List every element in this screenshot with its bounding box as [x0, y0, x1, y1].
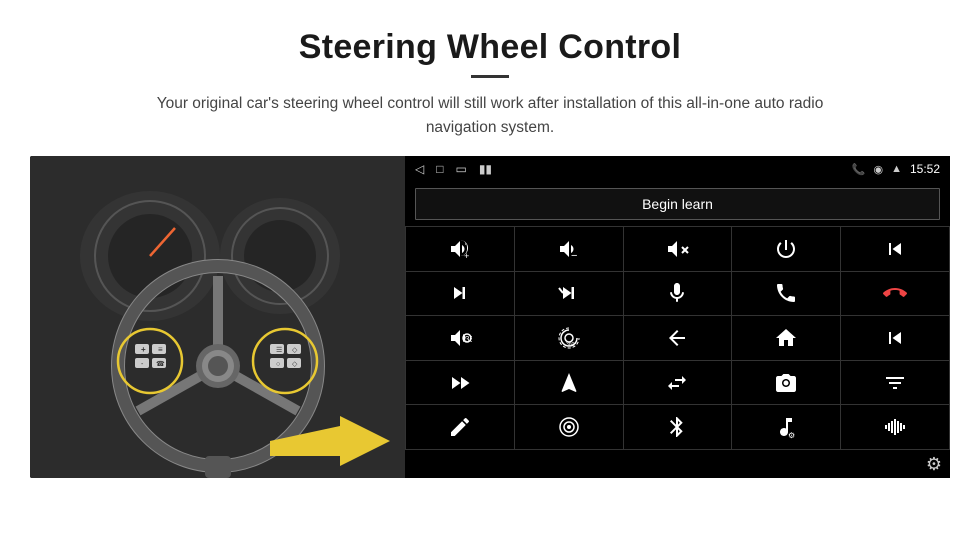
begin-learn-bar: Begin learn [405, 182, 950, 226]
phone-icon: 📞 [852, 163, 866, 176]
begin-learn-button[interactable]: Begin learn [415, 188, 940, 220]
svg-text:☎: ☎ [156, 360, 165, 368]
svg-text:−: − [571, 250, 577, 261]
svg-text:○: ○ [276, 361, 280, 368]
phone-call-button[interactable] [732, 272, 840, 316]
end-call-button[interactable] [841, 272, 949, 316]
status-left-icons: ◁ □ ▭ ▮▮ [415, 162, 492, 176]
shuffle-forward-button[interactable] [515, 272, 623, 316]
svg-text:360: 360 [465, 335, 472, 344]
page-container: Steering Wheel Control Your original car… [0, 0, 980, 498]
fast-forward-button[interactable] [406, 361, 514, 405]
edit-button[interactable] [406, 405, 514, 449]
target-button[interactable] [515, 405, 623, 449]
mic-button[interactable] [624, 272, 732, 316]
settings-gear-button[interactable]: ⚙ [926, 454, 942, 475]
page-title: Steering Wheel Control [30, 28, 950, 67]
svg-text:+: + [464, 251, 469, 261]
android-panel: ◁ □ ▭ ▮▮ 📞 ◉ ▲ 15:52 Begin learn [405, 156, 950, 478]
svg-text:⚙: ⚙ [788, 431, 795, 439]
controls-grid: + − [405, 226, 950, 450]
status-right: 📞 ◉ ▲ 15:52 [852, 162, 940, 176]
svg-text:◇: ◇ [292, 361, 298, 368]
back-nav-icon[interactable]: ◁ [415, 162, 424, 176]
car-image: + ≡ - ☎ ☰ ◇ ○ ◇ [30, 156, 405, 478]
location-icon: ◉ [873, 163, 883, 176]
title-section: Steering Wheel Control Your original car… [30, 28, 950, 140]
home-nav-icon[interactable]: □ [436, 162, 443, 176]
next-track-button[interactable] [406, 272, 514, 316]
power-button[interactable] [732, 227, 840, 271]
svg-text:☰: ☰ [276, 347, 282, 354]
waveform-button[interactable] [841, 405, 949, 449]
swap-button[interactable] [624, 361, 732, 405]
mute-button[interactable] [624, 227, 732, 271]
360-view-button[interactable]: 360° [515, 316, 623, 360]
signal-icon: ▮▮ [479, 162, 492, 176]
vol-down-button[interactable]: − [515, 227, 623, 271]
home-nav-button[interactable] [732, 316, 840, 360]
title-divider [471, 75, 509, 78]
music-settings-button[interactable]: ⚙ [732, 405, 840, 449]
prev-track-button[interactable] [841, 227, 949, 271]
time-display: 15:52 [910, 162, 940, 176]
vol-up-button[interactable]: + [406, 227, 514, 271]
svg-text:+: + [141, 345, 146, 354]
camera-button[interactable] [732, 361, 840, 405]
back-nav-button[interactable] [624, 316, 732, 360]
recent-apps-icon[interactable]: ▭ [455, 162, 466, 176]
settings-bar: ⚙ [405, 450, 950, 478]
equalizer-button[interactable] [841, 361, 949, 405]
svg-text:◇: ◇ [292, 347, 298, 354]
bluetooth-button[interactable] [624, 405, 732, 449]
navigate-button[interactable] [515, 361, 623, 405]
svg-text:360°: 360° [566, 342, 576, 348]
wifi-icon: ▲ [891, 163, 902, 175]
subtitle: Your original car's steering wheel contr… [140, 92, 840, 140]
content-row: + ≡ - ☎ ☰ ◇ ○ ◇ [30, 156, 950, 478]
skip-back-button[interactable] [841, 316, 949, 360]
status-bar: ◁ □ ▭ ▮▮ 📞 ◉ ▲ 15:52 [405, 156, 950, 182]
svg-text:≡: ≡ [158, 345, 163, 354]
horn-button[interactable]: 360 [406, 316, 514, 360]
